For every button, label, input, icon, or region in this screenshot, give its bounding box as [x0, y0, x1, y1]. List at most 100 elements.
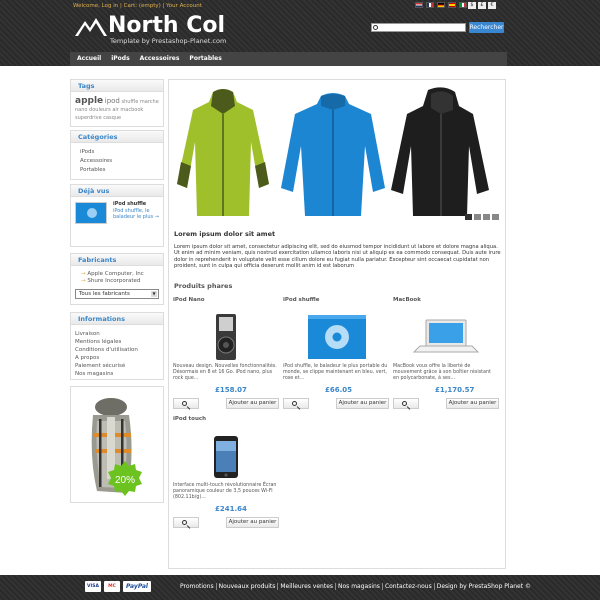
jackets-image	[177, 87, 489, 216]
magnifier-icon	[182, 520, 187, 525]
nav-item-laptops[interactable]: Portables	[184, 52, 226, 66]
viewed-block: Déjà vus iPod shuffle iPod shuffle, le b…	[70, 184, 164, 247]
flag-fr-icon[interactable]	[426, 2, 434, 8]
language-flags	[415, 2, 467, 8]
category-laptops[interactable]: Portables	[80, 166, 163, 175]
manufacturer-select[interactable]: Tous les fabricants ▼	[75, 289, 159, 299]
cart-link[interactable]: Cart: (empty)	[124, 3, 161, 9]
footer-link-promotions[interactable]: Promotions	[178, 583, 217, 590]
tag-link[interactable]: apple	[75, 96, 103, 106]
add-to-cart-button[interactable]: Ajouter au panier	[446, 398, 499, 409]
slider-dot[interactable]	[492, 214, 499, 220]
search-button[interactable]: Rechercher	[469, 22, 504, 33]
zoom-button[interactable]	[173, 398, 199, 409]
manufacturer-select-value: Tous les fabricants	[79, 291, 130, 297]
zoom-button[interactable]	[283, 398, 309, 409]
mastercard-icon: MC	[104, 581, 120, 592]
product-name[interactable]: iPod shuffle	[283, 297, 320, 303]
info-link-payment[interactable]: Paiement sécurisé	[75, 362, 163, 370]
magnifier-icon	[292, 401, 297, 406]
zoom-button[interactable]	[173, 517, 199, 528]
footer-links: Promotions Nouveaux produits Meilleures …	[178, 583, 533, 590]
product-price: £66.05	[325, 386, 353, 394]
currency-euro[interactable]: €	[488, 2, 496, 9]
tag-cloud: apple ipod shuffle marche nano douleurs …	[71, 92, 163, 127]
currency-dollar[interactable]: $	[468, 2, 476, 9]
footer-credit[interactable]: Design by PrestaShop Planet ©	[435, 583, 533, 590]
flag-de-icon[interactable]	[437, 2, 445, 8]
viewed-product-desc: iPod shuffle, le baladeur le plus →	[113, 208, 159, 220]
manufacturer-list: Apple Computer, Inc Shure Incorporated	[71, 266, 163, 288]
logo-title: North Col	[108, 13, 226, 38]
product-desc: Interface multi-touch révolutionnaire Éc…	[173, 483, 277, 500]
mountain-logo-icon	[75, 18, 107, 36]
slider-dot[interactable]	[483, 214, 490, 220]
nav-item-accessories[interactable]: Accessoires	[135, 52, 185, 66]
info-link-terms[interactable]: Conditions d'utilisation	[75, 346, 163, 354]
featured-title: Produits phares	[174, 282, 233, 290]
zoom-button[interactable]	[393, 398, 419, 409]
nav-item-home[interactable]: Accueil	[70, 52, 106, 66]
chevron-down-icon: ▼	[151, 291, 157, 297]
product-card: iPod touch Interface multi-touch révolut…	[173, 416, 279, 536]
welcome-text: Welcome,	[73, 3, 102, 9]
product-card: MacBook MacBook vous offre la liberté de…	[393, 297, 499, 417]
info-link-about[interactable]: A propos	[75, 354, 163, 362]
payment-logos: VISA MC PayPal	[85, 581, 151, 592]
featured-slider[interactable]	[173, 84, 497, 222]
product-price: £1,170.57	[435, 386, 475, 394]
manufacturer-apple[interactable]: Apple Computer, Inc	[81, 271, 163, 278]
info-link-legal[interactable]: Mentions légales	[75, 338, 163, 346]
product-image[interactable]	[188, 312, 263, 362]
product-name[interactable]: iPod Nano	[173, 297, 205, 303]
add-to-cart-button[interactable]: Ajouter au panier	[226, 398, 279, 409]
viewed-product[interactable]: iPod shuffle iPod shuffle, le baladeur l…	[71, 197, 163, 227]
information-list: Livraison Mentions légales Conditions d'…	[71, 325, 163, 383]
tags-title: Tags	[71, 80, 163, 92]
flag-it-icon[interactable]	[459, 2, 467, 8]
footer-link-best-sales[interactable]: Meilleures ventes	[278, 583, 337, 590]
flag-en-icon[interactable]	[415, 2, 423, 8]
info-link-delivery[interactable]: Livraison	[75, 330, 163, 338]
login-link[interactable]: Log in	[102, 3, 119, 9]
nav-item-ipods[interactable]: iPods	[106, 52, 134, 66]
footer-link-new-products[interactable]: Nouveaux produits	[217, 583, 279, 590]
footer-link-stores[interactable]: Nos magasins	[336, 583, 383, 590]
product-image[interactable]	[408, 312, 483, 362]
paypal-icon: PayPal	[123, 581, 151, 592]
product-price: £158.07	[215, 386, 247, 394]
flag-es-icon[interactable]	[448, 2, 456, 8]
product-image[interactable]	[188, 434, 263, 480]
manufacturer-shure[interactable]: Shure Incorporated	[81, 278, 163, 285]
viewed-product-name[interactable]: iPod shuffle	[113, 201, 146, 207]
footer-link-contact[interactable]: Contactez-nous	[383, 583, 435, 590]
category-ipods[interactable]: iPods	[80, 148, 163, 157]
product-name[interactable]: MacBook	[393, 297, 421, 303]
footer: VISA MC PayPal Promotions Nouveaux produ…	[0, 575, 600, 600]
main-content: Lorem ipsum dolor sit amet Lorem ipsum d…	[168, 79, 506, 569]
search-input[interactable]	[371, 23, 466, 32]
tags-block: Tags apple ipod shuffle marche nano doul…	[70, 79, 164, 127]
slider-dot[interactable]	[465, 214, 472, 220]
visa-icon: VISA	[85, 581, 101, 592]
information-block: Informations Livraison Mentions légales …	[70, 312, 164, 380]
slider-dot[interactable]	[474, 214, 481, 220]
add-to-cart-button[interactable]: Ajouter au panier	[336, 398, 389, 409]
discount-badge-icon: 20%	[108, 461, 142, 496]
manufacturers-title: Fabricants	[71, 254, 163, 266]
logo-subtitle: Template by Prestashop-Planet.com	[110, 37, 227, 45]
account-link[interactable]: Your Account	[166, 3, 202, 9]
categories-title: Catégories	[71, 131, 163, 143]
product-image[interactable]	[298, 312, 373, 362]
promo-banner[interactable]: 20%	[70, 386, 164, 503]
product-desc: MacBook vous offre la liberté de mouveme…	[393, 364, 491, 381]
intro-text: Lorem ipsum dolor sit amet, consectetur …	[174, 244, 501, 269]
add-to-cart-button[interactable]: Ajouter au panier	[226, 517, 279, 528]
viewed-product-image[interactable]	[75, 202, 107, 224]
tag-link[interactable]: ipod	[105, 97, 120, 105]
currency-pound[interactable]: £	[478, 2, 486, 9]
product-desc: Nouveau design. Nouvelles fonctionnalité…	[173, 364, 277, 381]
category-accessories[interactable]: Accessoires	[80, 157, 163, 166]
product-name[interactable]: iPod touch	[173, 416, 206, 422]
info-link-stores[interactable]: Nos magasins	[75, 370, 163, 378]
